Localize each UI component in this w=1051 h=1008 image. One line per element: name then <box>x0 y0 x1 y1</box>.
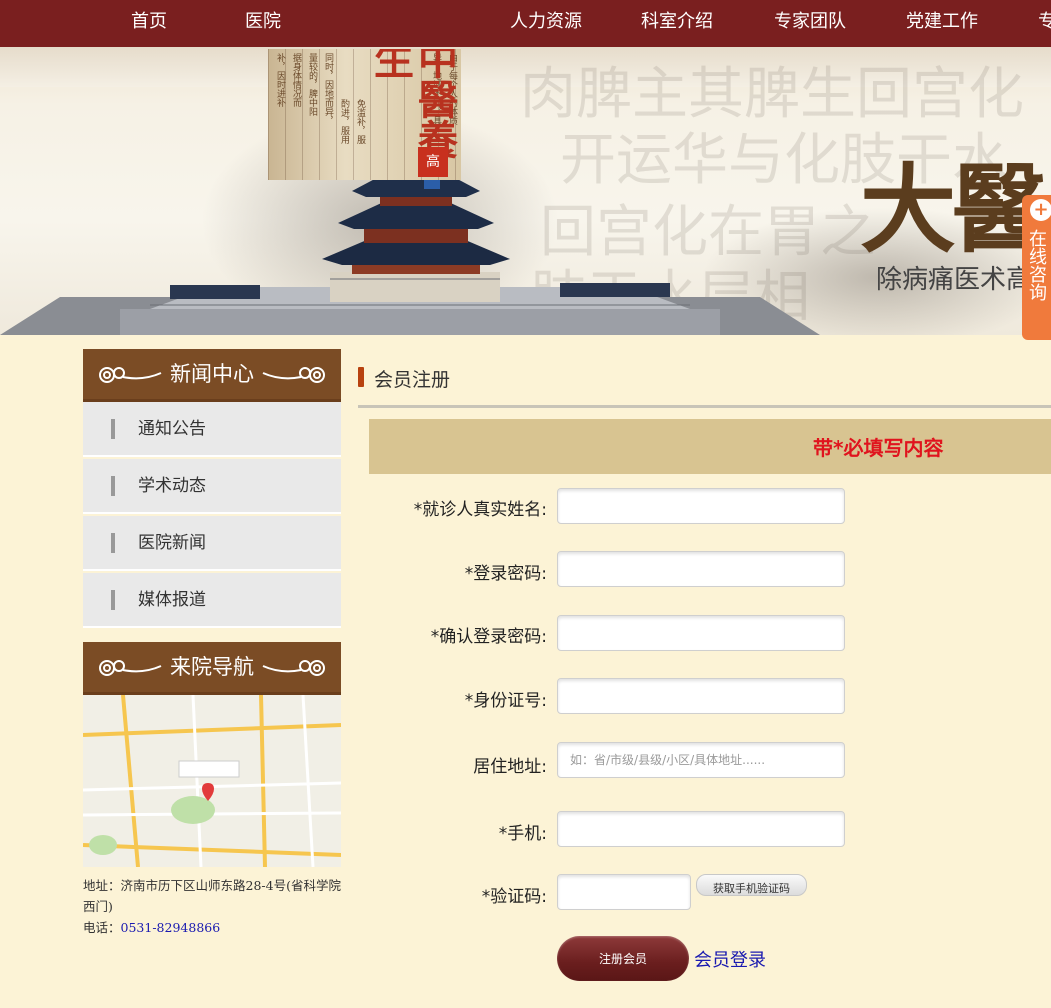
banner-title: 大醫 <box>860 153 1048 266</box>
real-name-input[interactable] <box>557 488 845 524</box>
poster-text-col-8: 免滥补，服 <box>355 99 365 144</box>
hero-banner: 肉脾主其脾生回宫化 开运华与化肢干水 回宫化在胃之 肢于水层相 <box>0 47 1051 335</box>
phone-label: 电话： <box>83 920 121 935</box>
nav-item-hr[interactable]: 人力资源 <box>510 0 582 47</box>
cloud-ornament-left-icon <box>99 367 162 383</box>
address-text: 地址：济南市历下区山师东路28-4号(省科学院西门) <box>83 878 341 914</box>
register-button[interactable]: 注册会员 <box>557 936 689 981</box>
confirm-password-input[interactable] <box>557 615 845 651</box>
sidebar-item-label: 媒体报道 <box>138 590 206 610</box>
online-consult-tab[interactable]: + 在线咨询 <box>1022 195 1051 340</box>
mobile-input[interactable] <box>557 811 845 847</box>
mobile-label: *手机: <box>498 824 547 844</box>
nav-item-experts[interactable]: 专家团队 <box>774 0 846 47</box>
poster-text-col-6: 补，因时进补 <box>275 53 285 107</box>
address-block: 地址：济南市历下区山师东路28-4号(省科学院西门) 电话：0531-82948… <box>83 875 351 938</box>
poster-text-col-3: 同时，因地而异， <box>323 53 333 125</box>
banner-subtitle: 除病痛医术高 <box>876 265 1033 295</box>
nav-item-party[interactable]: 党建工作 <box>906 0 978 47</box>
confirm-password-label: *确认登录密码: <box>430 627 547 647</box>
sidebar-item-marker <box>111 419 115 439</box>
verify-code-input[interactable] <box>557 874 691 910</box>
top-nav: 首页 医院 人力资源 科室介绍 专家团队 党建工作 专 <box>0 0 1051 47</box>
tcm-health-poster[interactable]: 由于每个人的体质 异，地域不同，具 同时，因地而异， 量较的，脾中阳 据身体情况… <box>268 49 461 180</box>
required-notice-text: 带*必填写内容 <box>813 436 944 460</box>
sidebar-item-marker <box>111 533 115 553</box>
plus-circle-icon: + <box>1030 199 1051 221</box>
nav-item-hospital[interactable]: 医院 <box>245 0 281 47</box>
poster-text-col-7: 酌进，服用 <box>339 99 349 144</box>
member-login-link[interactable]: 会员登录 <box>694 946 766 972</box>
directions-title: 来院导航 <box>170 655 254 679</box>
sidebar-item-label: 通知公告 <box>138 419 206 439</box>
poster-text-col-5: 据身体情况而 <box>291 53 301 107</box>
poster-seal: 高 <box>418 147 448 177</box>
location-map[interactable] <box>83 695 341 867</box>
password-input[interactable] <box>557 551 845 587</box>
sidebar-item-media[interactable]: 媒体报道 <box>83 573 341 628</box>
sidebar-item-label: 医院新闻 <box>138 533 206 553</box>
online-consult-label: 在线咨询 <box>1026 229 1047 301</box>
real-name-label: *就诊人真实姓名: <box>413 500 547 520</box>
nav-item-home[interactable]: 首页 <box>131 0 167 47</box>
sidebar-item-label: 学术动态 <box>138 476 206 496</box>
news-center-header: 新闻中心 <box>83 349 341 402</box>
sidebar-item-marker <box>111 590 115 610</box>
cloud-ornament-right-icon <box>262 660 325 676</box>
sidebar-item-notices[interactable]: 通知公告 <box>83 402 341 457</box>
verify-code-label: *验证码: <box>481 887 547 907</box>
phone-line: 电话：0531-82948866 <box>83 917 351 938</box>
section-title: 会员注册 <box>374 369 451 391</box>
map-image <box>83 695 341 867</box>
get-sms-code-button[interactable]: 获取手机验证码 <box>696 874 807 896</box>
poster-text-col-4: 量较的，脾中阳 <box>307 53 317 116</box>
password-label: *登录密码: <box>464 564 547 584</box>
directions-header: 来院导航 <box>83 642 341 695</box>
section-divider <box>358 405 1051 408</box>
id-number-label: *身份证号: <box>464 691 547 711</box>
sidebar-item-academic[interactable]: 学术动态 <box>83 459 341 514</box>
sidebar-item-marker <box>111 476 115 496</box>
cloud-ornament-right-icon <box>262 367 325 383</box>
address-label: 居住地址: <box>473 757 547 777</box>
section-title-marker <box>358 367 364 387</box>
address-input[interactable] <box>557 742 845 778</box>
required-notice-bar: 带*必填写内容 <box>369 419 1051 474</box>
news-center-title: 新闻中心 <box>170 362 254 386</box>
nav-item-more[interactable]: 专 <box>1038 0 1051 47</box>
id-number-input[interactable] <box>557 678 845 714</box>
nav-item-departments[interactable]: 科室介绍 <box>641 0 713 47</box>
sidebar-item-hospital-news[interactable]: 医院新闻 <box>83 516 341 571</box>
phone-number[interactable]: 0531-82948866 <box>121 920 221 935</box>
cloud-ornament-left-icon <box>99 660 162 676</box>
